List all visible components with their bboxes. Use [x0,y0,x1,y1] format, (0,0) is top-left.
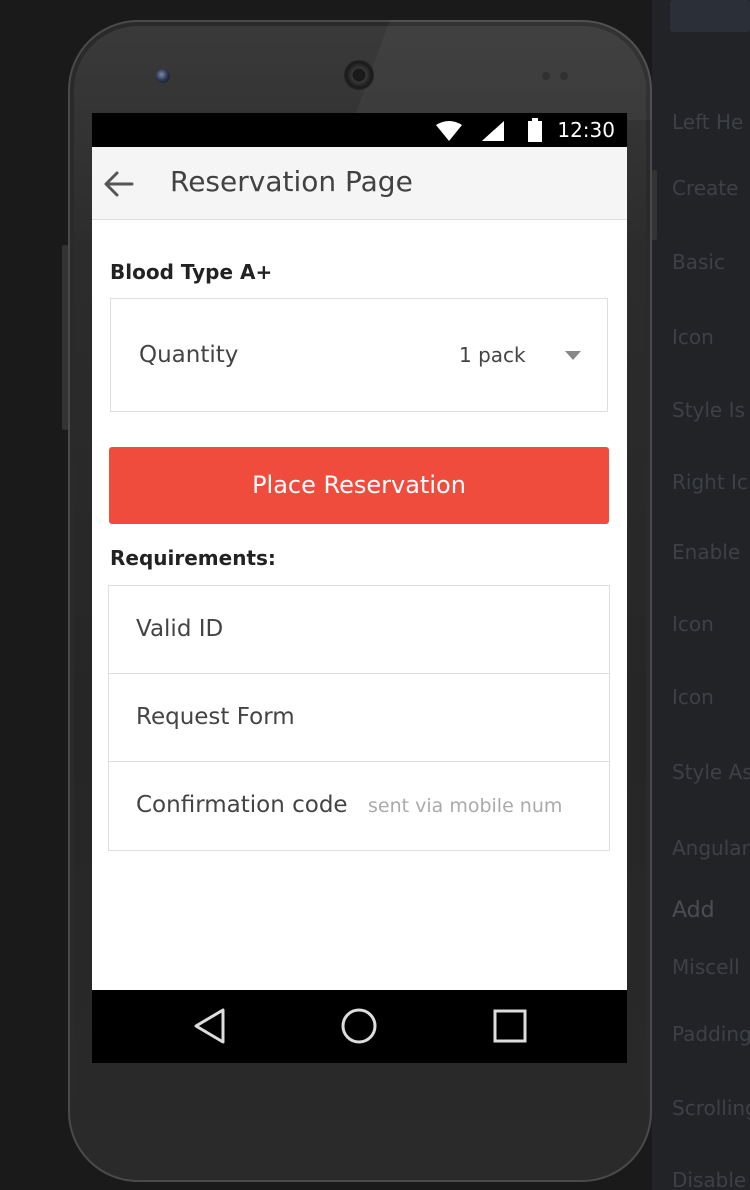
background-sidebar-panel: Left He Create Basic Icon Style Is Right… [652,0,750,1190]
requirement-name: Request Form [136,704,295,730]
background-item: Icon [672,612,714,636]
background-item: Right Ic [672,470,748,494]
background-topbar [670,0,750,32]
front-camera-icon [156,69,170,83]
back-triangle-icon [194,1008,225,1044]
background-item: Icon [672,685,714,709]
page-content: Blood Type A+ Quantity 1 pack Place Rese… [92,220,627,990]
background-item: Disable [672,1168,747,1190]
recents-square-icon [493,1009,527,1043]
background-item: Left He [672,110,744,134]
caret-down-icon [565,351,581,360]
nav-home-button[interactable] [339,1006,379,1046]
status-time: 12:30 [557,118,615,142]
app-bar: Reservation Page [92,147,627,220]
background-item: Create [672,176,739,200]
nav-back-button[interactable] [190,1006,230,1046]
background-item: Padding [672,1022,750,1046]
background-item: Enable [672,540,741,564]
background-item: Angular [672,836,750,860]
home-circle-icon [341,1008,377,1044]
requirement-hint: sent via mobile num [368,795,563,817]
arrow-left-icon [104,171,134,197]
requirements-list: Valid ID Request Form Confirmation code … [108,585,610,851]
navigation-bar [92,990,627,1063]
background-item: Icon [672,325,714,349]
quantity-select[interactable]: Quantity 1 pack [110,298,608,412]
requirement-name: Confirmation code [136,792,348,818]
earpiece-speaker [344,60,374,90]
phone-screen: 12:30 Reservation Page Blood Type A+ Qua… [92,113,627,1063]
power-button [652,170,657,240]
requirement-item: Confirmation code sent via mobile num [109,762,609,850]
status-bar: 12:30 [92,113,627,147]
background-item: Basic [672,250,725,274]
requirements-title: Requirements: [110,546,276,570]
page-title: Reservation Page [170,165,413,198]
requirement-item: Request Form [109,674,609,762]
signal-icon [482,121,504,141]
light-sensor [560,72,568,80]
battery-icon [528,118,542,142]
volume-button [62,245,68,430]
place-reservation-button[interactable]: Place Reservation [109,447,609,524]
back-button[interactable] [102,167,136,201]
blood-type-label: Blood Type A+ [110,260,273,284]
wifi-icon [436,121,462,141]
requirement-item: Valid ID [109,586,609,674]
nav-recents-button[interactable] [490,1006,530,1046]
background-item: Style Is [672,398,745,422]
quantity-value: 1 pack [459,343,526,367]
proximity-sensor [542,72,550,80]
background-item: Scrolling [672,1096,750,1120]
background-item: Add [672,898,715,923]
requirement-name: Valid ID [136,616,224,642]
quantity-label: Quantity [139,342,239,368]
background-item: Style As [672,760,750,784]
background-item: Miscell [672,955,740,979]
